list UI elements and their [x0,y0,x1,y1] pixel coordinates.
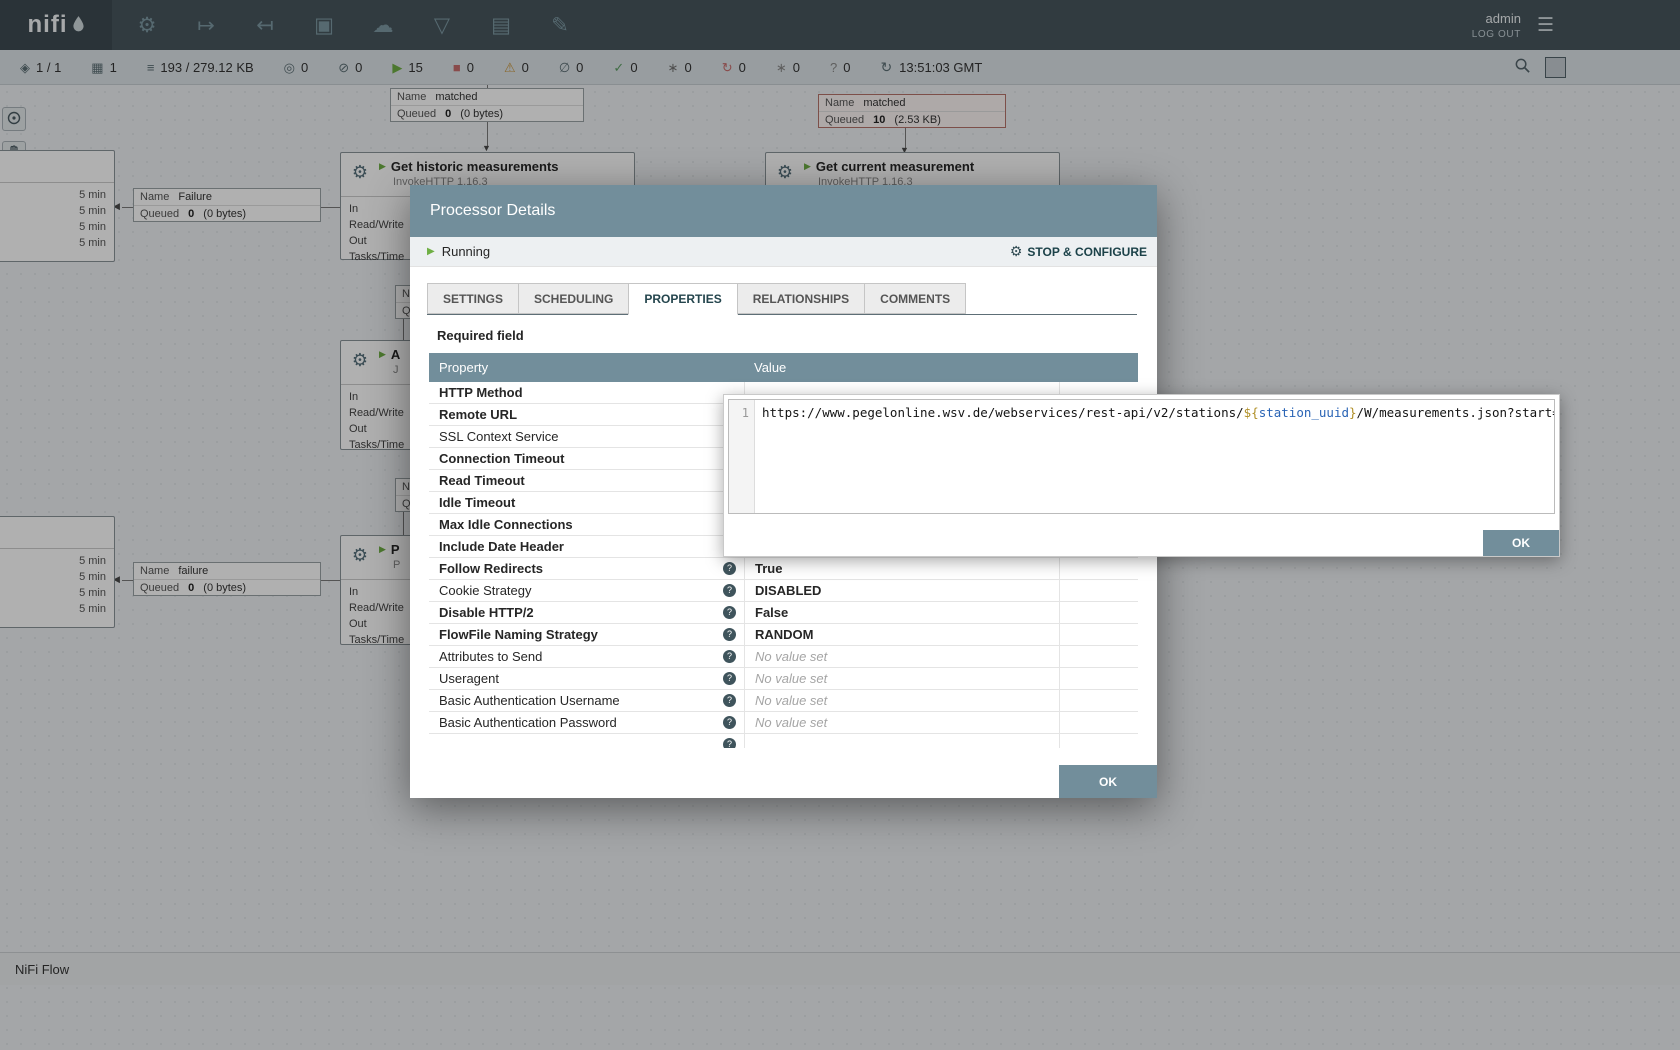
help-icon[interactable]: ? [723,716,736,729]
property-name-cell: Max Idle Connections [429,514,744,535]
property-name-cell: Include Date Header [429,536,744,557]
dialog-title: Processor Details [430,202,555,220]
property-row-extra [1059,690,1138,711]
property-value[interactable]: DISABLED [744,580,1059,601]
value-column-header: Value [744,360,786,375]
property-row-extra [1059,734,1138,748]
help-icon[interactable]: ? [723,584,736,597]
help-icon[interactable]: ? [723,562,736,575]
expression-editor: 1 https://www.pegelonline.wsv.de/webserv… [728,399,1555,514]
property-name-cell: SSL Context Service [429,426,744,447]
property-value[interactable]: False [744,602,1059,623]
property-name: Follow Redirects [439,561,543,576]
property-value[interactable]: True [744,558,1059,579]
property-row-extra [1059,602,1138,623]
tab-comments[interactable]: COMMENTS [864,283,966,314]
line-number-gutter: 1 [729,400,755,513]
help-icon[interactable]: ? [723,694,736,707]
el-segment-bracket: } [1349,405,1357,420]
property-name: Useragent [439,671,499,686]
property-name-cell: Follow Redirects? [429,558,744,579]
property-name: Basic Authentication Password [439,715,617,730]
property-name-cell: ? [429,734,744,748]
property-name-cell: Cookie Strategy? [429,580,744,601]
dialog-state-row: ▶ Running ⚙ STOP & CONFIGURE [410,237,1157,267]
property-value[interactable]: No value set [744,668,1059,689]
property-row: ? [429,734,1138,748]
dialog-tabs: SETTINGS SCHEDULING PROPERTIES RELATIONS… [427,283,1137,315]
property-row: Follow Redirects?True [429,558,1138,580]
help-icon[interactable]: ? [723,738,736,748]
property-value[interactable]: RANDOM [744,624,1059,645]
property-name: Idle Timeout [439,495,515,510]
el-code-line[interactable]: https://www.pegelonline.wsv.de/webservic… [755,400,1554,513]
tab-properties[interactable]: PROPERTIES [628,283,737,315]
property-name-cell: Useragent? [429,668,744,689]
property-name: Attributes to Send [439,649,542,664]
tab-relationships[interactable]: RELATIONSHIPS [737,283,865,314]
property-name: Connection Timeout [439,451,564,466]
property-name-cell: Basic Authentication Password? [429,712,744,733]
property-row: Cookie Strategy?DISABLED [429,580,1138,602]
property-name: Cookie Strategy [439,583,532,598]
editor-ok-button[interactable]: OK [1483,530,1559,556]
stop-configure-label: STOP & CONFIGURE [1027,245,1147,259]
line-number: 1 [742,406,749,420]
property-row: Attributes to Send?No value set [429,646,1138,668]
el-segment-subject: station_uuid [1259,405,1349,420]
help-icon[interactable]: ? [723,672,736,685]
property-name-cell: Read Timeout [429,470,744,491]
property-name-cell: HTTP Method [429,382,744,403]
property-row: FlowFile Naming Strategy?RANDOM [429,624,1138,646]
property-name: Disable HTTP/2 [439,605,534,620]
stop-configure-icon: ⚙ [1010,243,1023,260]
property-row-extra [1059,668,1138,689]
running-state-label: Running [442,244,490,259]
tab-settings[interactable]: SETTINGS [427,283,519,314]
value-editor-popup: 1 https://www.pegelonline.wsv.de/webserv… [723,394,1560,557]
required-field-label: Required field [437,328,1157,343]
property-name: Max Idle Connections [439,517,573,532]
property-value[interactable]: No value set [744,690,1059,711]
el-segment-plain: https://www.pegelonline.wsv.de/webservic… [762,405,1244,420]
property-name: HTTP Method [439,385,523,400]
el-segment-plain: /W/measurements.json?start=P30D [1357,405,1554,420]
property-row: Disable HTTP/2?False [429,602,1138,624]
property-name-cell: Basic Authentication Username? [429,690,744,711]
dialog-header: Processor Details [410,185,1157,237]
property-name-cell: FlowFile Naming Strategy? [429,624,744,645]
property-value[interactable]: No value set [744,646,1059,667]
property-row: Useragent?No value set [429,668,1138,690]
tab-scheduling[interactable]: SCHEDULING [518,283,629,314]
property-name-cell: Attributes to Send? [429,646,744,667]
property-row: Basic Authentication Password?No value s… [429,712,1138,734]
help-icon[interactable]: ? [723,628,736,641]
property-row-extra [1059,646,1138,667]
property-name-cell: Disable HTTP/2? [429,602,744,623]
property-row: Basic Authentication Username?No value s… [429,690,1138,712]
property-name: Basic Authentication Username [439,693,620,708]
property-row-extra [1059,558,1138,579]
el-segment-bracket: ${ [1244,405,1259,420]
property-value[interactable] [744,734,1059,748]
property-name: Read Timeout [439,473,525,488]
property-name: Remote URL [439,407,517,422]
running-state-icon: ▶ [427,246,435,257]
property-name-cell: Idle Timeout [429,492,744,513]
property-name: SSL Context Service [439,429,558,444]
properties-table-header: Property Value [429,353,1138,382]
property-row-extra [1059,624,1138,645]
property-column-header: Property [429,360,744,375]
property-name: FlowFile Naming Strategy [439,627,598,642]
property-name-cell: Remote URL [429,404,744,425]
help-icon[interactable]: ? [723,606,736,619]
property-value[interactable]: No value set [744,712,1059,733]
property-row-extra [1059,712,1138,733]
help-icon[interactable]: ? [723,650,736,663]
property-row-extra [1059,580,1138,601]
stop-configure-button[interactable]: ⚙ STOP & CONFIGURE [1010,243,1147,260]
property-name-cell: Connection Timeout [429,448,744,469]
dialog-ok-button[interactable]: OK [1059,765,1157,798]
property-name: Include Date Header [439,539,564,554]
